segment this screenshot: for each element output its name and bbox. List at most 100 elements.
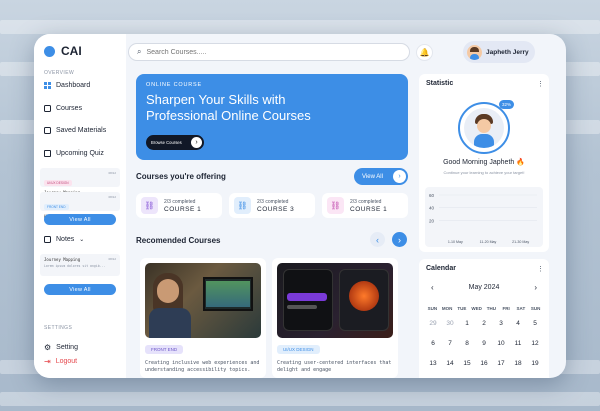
calendar-day[interactable]: 29 — [425, 320, 441, 327]
weekday-label: THU — [486, 305, 496, 311]
more-options-icon[interactable]: ⋮ — [537, 80, 544, 88]
recommended-course-card[interactable]: UI/UX DESIGN Creating user-centered inte… — [272, 258, 398, 378]
bell-icon: 🔔 — [419, 48, 430, 57]
carousel-prev-button[interactable]: ‹ — [370, 232, 385, 247]
quiz-card[interactable]: UI/UX DESIGN 08/12 Journey Mapping — [40, 168, 120, 195]
sidebar-item-upcoming-quiz[interactable]: Upcoming Quiz — [44, 150, 104, 157]
course-name: COURSE 1 — [350, 205, 388, 213]
statistic-title: Statistic — [426, 80, 454, 87]
next-month-button[interactable]: › — [534, 283, 537, 292]
calendar-day[interactable]: 7 — [442, 340, 458, 347]
overview-section-label: OVERVIEW — [44, 70, 75, 76]
calendar-grid: SUN MON TUE WED THU FRI SAT SUN 29 30 1 2 3 4… — [425, 303, 543, 373]
course-tag: FRONT END — [145, 345, 184, 354]
sidebar-item-saved-materials[interactable]: Saved Materials — [44, 127, 106, 134]
calendar-week-row: 13 14 15 16 17 18 19 — [425, 353, 543, 373]
calendar-day[interactable]: 16 — [476, 360, 492, 367]
quiz-tag: FRONT END — [44, 204, 69, 210]
statistic-panel: Statistic ⋮ 32% Good Morning Japheth 🔥 C… — [419, 74, 549, 252]
link-icon: ⛓ — [234, 197, 251, 214]
app-window: CAI OVERVIEW Dashboard Courses Saved Mat… — [34, 34, 566, 378]
arrow-right-icon: › — [191, 137, 202, 148]
search-input[interactable] — [146, 48, 387, 56]
calendar-day[interactable]: 11 — [510, 340, 526, 347]
calendar-day[interactable]: 13 — [425, 360, 441, 367]
calendar-day[interactable]: 6 — [425, 340, 441, 347]
course-card[interactable]: ⛓ 2/3 completed COURSE 1 — [136, 193, 222, 218]
calendar-day[interactable]: 14 — [442, 360, 458, 367]
hero-kicker: ONLINE COURSE — [146, 82, 202, 88]
browse-courses-label: Browse Courses — [151, 140, 182, 145]
course-name: COURSE 3 — [257, 205, 295, 213]
chevron-left-icon: ‹ — [376, 234, 379, 245]
calendar-day[interactable]: 18 — [510, 360, 526, 367]
note-card[interactable]: Journey Mapping 08/12 Lorem ipsum dolore… — [40, 254, 120, 276]
calendar-title: Calendar — [426, 265, 456, 272]
weekday-row: SUN MON TUE WED THU FRI SAT SUN — [425, 303, 543, 313]
weekday-label: WED — [471, 305, 482, 311]
course-card[interactable]: ⛓ 2/3 completed COURSE 3 — [229, 193, 315, 218]
notes-view-all-button[interactable]: View All — [44, 284, 116, 295]
course-progress: 2/3 completed — [350, 198, 382, 205]
course-description: Creating inclusive web experiences and u… — [145, 360, 260, 373]
course-tag: UI/UX DESIGN — [277, 345, 320, 354]
profile-chip[interactable]: Japheth Jerry — [463, 41, 535, 63]
weekday-label: FRI — [502, 305, 510, 311]
calendar-day[interactable]: 10 — [493, 340, 509, 347]
search-bar[interactable]: ⌕ — [128, 43, 410, 61]
calendar-day[interactable]: 2 — [476, 320, 492, 327]
more-options-icon[interactable]: ⋮ — [537, 265, 544, 273]
activity-chart: 60 40 20 1-10 May 11-20 May 21-30 May — [425, 187, 543, 247]
chevron-right-icon: › — [534, 283, 537, 292]
sidebar-item-courses[interactable]: Courses — [44, 105, 82, 112]
sidebar-item-label: Dashboard — [56, 82, 91, 89]
calendar-day[interactable]: 9 — [476, 340, 492, 347]
calendar-day[interactable]: 8 — [459, 340, 475, 347]
weekday-label: TUE — [457, 305, 467, 311]
calendar-panel: Calendar ⋮ ‹ May 2024 › SUN MON TUE WED … — [419, 259, 549, 378]
course-progress: 2/3 completed — [164, 198, 196, 205]
quiz-card[interactable]: FRONT END 08/12 HTML & CSS — [40, 192, 120, 219]
x-tick-label: 11-20 May — [480, 240, 497, 244]
calendar-day[interactable]: 3 — [493, 320, 509, 327]
app-logo[interactable]: CAI — [44, 44, 82, 58]
weekday-label: SUN — [427, 305, 438, 311]
logout-icon: ⇥ — [44, 357, 51, 366]
sidebar-item-dashboard[interactable]: Dashboard — [44, 82, 90, 89]
link-icon: ⛓ — [141, 197, 158, 214]
quiz-view-all-button[interactable]: View All — [44, 214, 116, 225]
notification-button[interactable]: 🔔 — [416, 44, 433, 61]
calendar-day[interactable]: 30 — [442, 320, 458, 327]
app-name: CAI — [61, 44, 82, 58]
calendar-day[interactable]: 1 — [459, 320, 475, 327]
recommended-course-card[interactable]: FRONT END Creating inclusive web experie… — [140, 258, 266, 378]
calendar-day[interactable]: 17 — [493, 360, 509, 367]
carousel-next-button[interactable]: › — [392, 232, 407, 247]
calendar-day[interactable]: 12 — [527, 340, 543, 347]
offering-view-all-button[interactable]: View All › — [354, 168, 408, 185]
offering-title: Courses you're offering — [136, 172, 226, 181]
calendar-day[interactable]: 15 — [459, 360, 475, 367]
view-all-label: View All — [362, 173, 383, 180]
settings-section-label: SETTINGS — [44, 325, 73, 331]
course-card[interactable]: ⛓ 2/3 completed COURSE 1 — [322, 193, 408, 218]
sidebar-item-label: Upcoming Quiz — [56, 150, 104, 157]
sidebar-item-logout[interactable]: ⇥ Logout — [44, 357, 77, 366]
browse-courses-button[interactable]: Browse Courses › — [146, 135, 204, 150]
note-preview: Lorem ipsum dolores sit angib... — [44, 264, 106, 268]
recommended-title: Recomended Courses — [136, 236, 221, 245]
y-tick-label: 40 — [429, 206, 435, 211]
calendar-day[interactable]: 5 — [527, 320, 543, 327]
sidebar-item-notes[interactable]: Notes ⌄ — [44, 236, 84, 243]
course-thumbnail — [277, 263, 393, 338]
note-title: Journey Mapping — [44, 257, 81, 262]
weekday-label: MON — [441, 305, 453, 311]
calendar-day[interactable]: 19 — [527, 360, 543, 367]
calendar-day[interactable]: 4 — [510, 320, 526, 327]
course-thumbnail — [145, 263, 261, 338]
notes-icon — [44, 236, 51, 243]
weekday-label: SAT — [516, 305, 526, 311]
sidebar-item-setting[interactable]: ⚙ Setting — [44, 343, 78, 352]
y-tick-label: 20 — [429, 218, 435, 223]
progress-ring — [458, 102, 510, 154]
